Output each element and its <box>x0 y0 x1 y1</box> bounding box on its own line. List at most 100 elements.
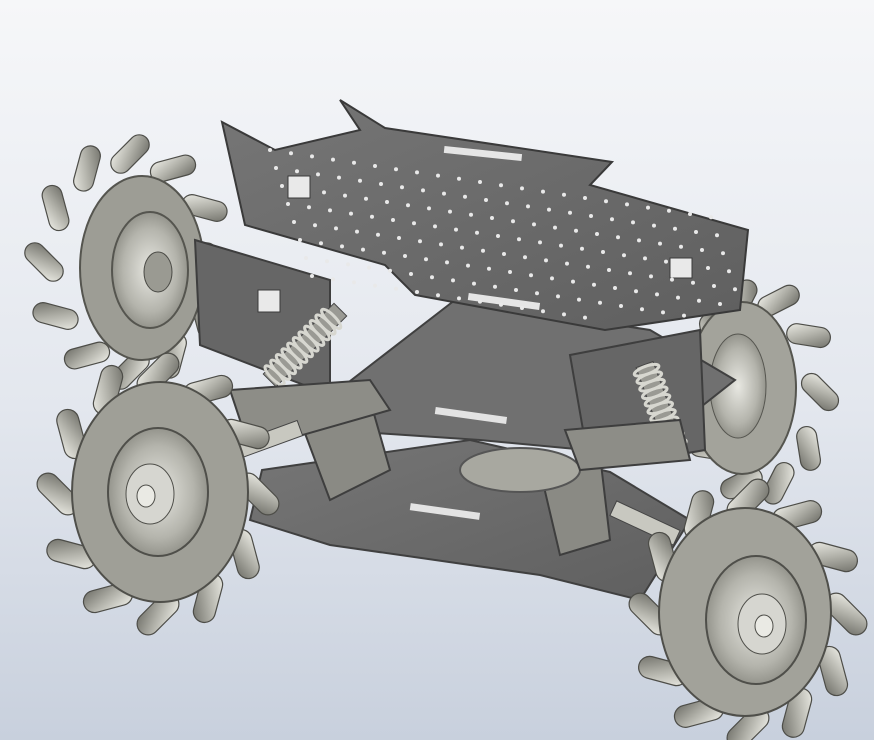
mounting-hole <box>403 254 407 258</box>
mounting-hole <box>592 282 596 287</box>
mounting-hole <box>433 224 437 229</box>
mounting-hole <box>649 274 653 279</box>
mounting-hole <box>595 232 599 236</box>
mounting-hole <box>349 211 353 216</box>
mounting-hole <box>718 302 722 306</box>
mounting-hole <box>484 198 488 202</box>
mounting-hole <box>574 228 578 233</box>
mounting-hole <box>697 298 701 303</box>
left-side-bracket <box>193 238 331 397</box>
mounting-hole <box>343 193 347 198</box>
mounting-hole <box>625 202 629 207</box>
mecanum-roller <box>796 425 822 471</box>
drive-motor <box>459 447 581 493</box>
mounting-hole <box>415 290 419 294</box>
mounting-hole <box>448 209 452 214</box>
mounting-hole <box>643 256 647 261</box>
mounting-hole <box>520 186 524 191</box>
mounting-hole <box>406 203 410 208</box>
mecanum-roller <box>24 242 64 282</box>
mounting-hole <box>331 157 335 162</box>
mounting-hole <box>598 300 602 305</box>
mounting-hole <box>601 250 605 254</box>
mounting-hole <box>316 172 320 177</box>
mounting-hole <box>607 268 611 272</box>
mounting-hole <box>340 244 344 249</box>
mounting-hole <box>412 221 416 226</box>
mounting-hole <box>454 227 458 232</box>
mounting-hole <box>712 284 716 288</box>
mounting-hole <box>457 296 461 301</box>
mounting-hole <box>535 291 539 296</box>
mounting-hole <box>322 190 326 195</box>
mecanum-roller <box>32 302 79 330</box>
mounting-hole <box>505 201 509 206</box>
mounting-hole <box>361 247 365 252</box>
mounting-hole <box>409 272 413 276</box>
mounting-hole <box>628 271 632 276</box>
mounting-hole <box>295 169 299 174</box>
mounting-hole <box>589 214 593 218</box>
mounting-hole <box>370 214 374 219</box>
mounting-hole <box>427 206 431 211</box>
mounting-hole <box>430 275 434 280</box>
mounting-hole <box>280 184 284 188</box>
mounting-hole <box>562 312 566 317</box>
mounting-hole <box>352 280 356 285</box>
mounting-hole <box>550 276 554 281</box>
mounting-hole <box>661 310 665 315</box>
mounting-hole <box>337 175 341 180</box>
mounting-hole <box>544 258 548 263</box>
mounting-hole <box>385 200 389 204</box>
bracket-window <box>257 289 281 313</box>
mounting-hole <box>634 289 638 294</box>
mounting-hole <box>706 266 710 270</box>
mounting-hole <box>499 302 503 307</box>
mounting-hole <box>733 287 737 292</box>
mounting-hole <box>610 217 614 222</box>
mounting-hole <box>679 244 683 249</box>
mounting-hole <box>583 196 587 200</box>
mounting-hole <box>415 170 419 175</box>
mounting-hole <box>352 160 356 165</box>
mounting-hole <box>682 313 686 318</box>
mounting-hole <box>424 257 428 262</box>
mounting-hole <box>619 304 623 308</box>
mounting-hole <box>490 216 494 220</box>
mounting-hole <box>436 173 440 178</box>
mounting-hole <box>442 191 446 196</box>
mounting-hole <box>565 261 569 266</box>
mounting-hole <box>346 262 350 267</box>
mounting-hole <box>562 192 566 197</box>
mounting-hole <box>268 148 272 152</box>
mounting-hole <box>721 251 725 256</box>
mounting-hole <box>481 248 485 253</box>
wheel-axle-bore <box>754 614 774 638</box>
mounting-hole <box>631 220 635 225</box>
mounting-hole <box>334 226 338 231</box>
mounting-hole <box>568 210 572 215</box>
mounting-hole <box>676 295 680 300</box>
mecanum-roller <box>786 323 831 349</box>
mounting-hole <box>457 176 461 181</box>
mounting-hole <box>388 268 392 273</box>
mecanum-roller <box>73 145 101 192</box>
mounting-hole <box>307 205 311 210</box>
mounting-hole <box>526 204 530 209</box>
mecanum-roller <box>800 372 840 412</box>
mounting-hole <box>319 241 323 246</box>
top-plate-window <box>287 175 311 199</box>
mounting-hole <box>355 229 359 234</box>
mounting-hole <box>373 164 377 168</box>
mounting-hole <box>472 281 476 286</box>
mounting-hole <box>487 266 491 271</box>
mounting-hole <box>475 230 479 235</box>
mounting-hole <box>616 235 620 240</box>
mounting-hole <box>382 250 386 255</box>
mounting-hole <box>541 189 545 194</box>
mounting-hole <box>700 248 704 252</box>
mounting-hole <box>559 243 563 248</box>
mounting-hole <box>328 208 332 213</box>
mounting-hole <box>439 242 443 247</box>
mounting-hole <box>523 255 527 260</box>
